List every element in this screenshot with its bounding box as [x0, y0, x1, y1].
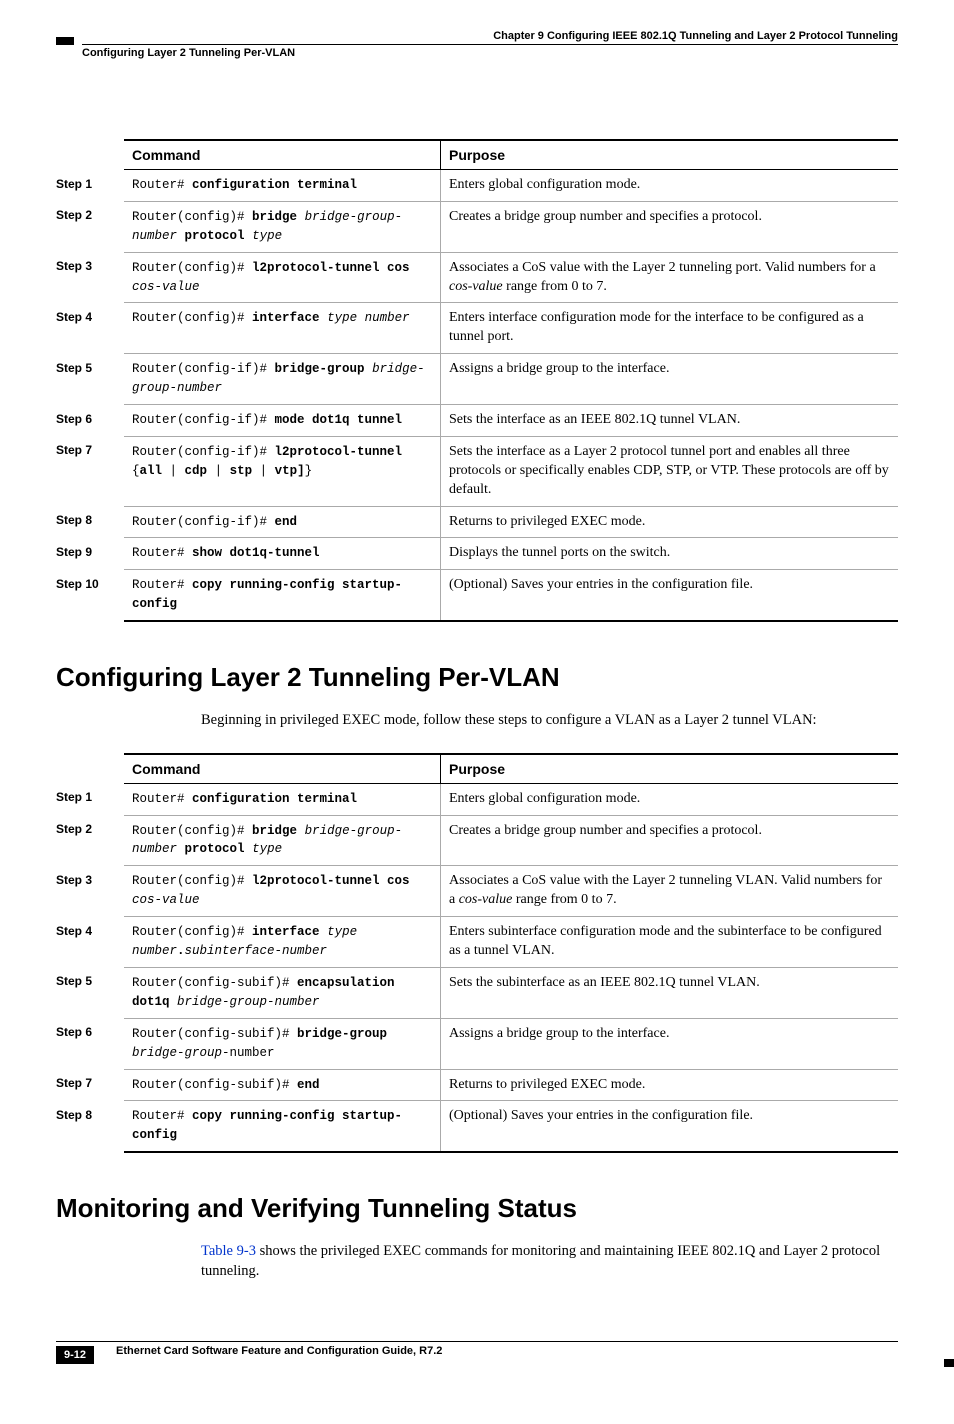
command-cell: Router(config-subif)# end: [124, 1069, 441, 1101]
table-row: Step 1Router# configuration terminalEnte…: [56, 170, 898, 202]
purpose-cell: Returns to privileged EXEC mode.: [441, 1069, 899, 1101]
page-header: Chapter 9 Configuring IEEE 802.1Q Tunnel…: [56, 30, 898, 59]
purpose-cell: Sets the subinterface as an IEEE 802.1Q …: [441, 967, 899, 1018]
command-cell: Router# copy running-config startup-conf…: [124, 570, 441, 621]
page-number-badge: 9-12: [56, 1346, 94, 1364]
command-cell: Router(config-if)# bridge-group bridge-g…: [124, 354, 441, 405]
col-header-command: Command: [124, 754, 441, 784]
command-cell: Router(config)# bridge bridge-group-numb…: [124, 201, 441, 252]
table-row: Step 6Router(config-subif)# bridge-group…: [56, 1018, 898, 1069]
step-label: Step 10: [56, 570, 124, 621]
table-row: Step 8Router(config-if)# endReturns to p…: [56, 506, 898, 538]
footer-doc-title: Ethernet Card Software Feature and Confi…: [116, 1345, 442, 1357]
intro-suffix: shows the privileged EXEC commands for m…: [201, 1243, 880, 1279]
table-row: Step 4Router(config)# interface type num…: [56, 303, 898, 354]
purpose-cell: Displays the tunnel ports on the switch.: [441, 538, 899, 570]
step-label: Step 4: [56, 917, 124, 968]
command-cell: Router(config)# bridge bridge-group-numb…: [124, 815, 441, 866]
breadcrumb: Configuring Layer 2 Tunneling Per-VLAN: [82, 47, 898, 59]
header-bar-icon: [56, 37, 74, 45]
command-cell: Router(config-if)# mode dot1q tunnel: [124, 405, 441, 437]
table-row: Step 5Router(config-if)# bridge-group br…: [56, 354, 898, 405]
table-row: Step 2Router(config)# bridge bridge-grou…: [56, 201, 898, 252]
command-cell: Router(config-subif)# encapsulation dot1…: [124, 967, 441, 1018]
purpose-cell: Assigns a bridge group to the interface.: [441, 354, 899, 405]
step-label: Step 1: [56, 783, 124, 815]
step-label: Step 8: [56, 1101, 124, 1152]
table-9-3-link[interactable]: Table 9-3: [201, 1243, 256, 1259]
page-footer: 9-12 Ethernet Card Software Feature and …: [56, 1341, 898, 1364]
command-cell: Router(config)# interface type number: [124, 303, 441, 354]
table-row: Step 3Router(config)# l2protocol-tunnel …: [56, 252, 898, 303]
purpose-cell: Enters interface configuration mode for …: [441, 303, 899, 354]
command-cell: Router# configuration terminal: [124, 783, 441, 815]
purpose-cell: Sets the interface as a Layer 2 protocol…: [441, 436, 899, 506]
command-cell: Router(config-if)# end: [124, 506, 441, 538]
section-intro-monitoring: Table 9-3 shows the privileged EXEC comm…: [201, 1242, 898, 1281]
table-row: Step 10Router# copy running-config start…: [56, 570, 898, 621]
step-label: Step 1: [56, 170, 124, 202]
col-header-purpose: Purpose: [441, 140, 899, 170]
step-label: Step 5: [56, 354, 124, 405]
command-cell: Router(config-subif)# bridge-group bridg…: [124, 1018, 441, 1069]
step-label: Step 2: [56, 201, 124, 252]
table-row: Step 3Router(config)# l2protocol-tunnel …: [56, 866, 898, 917]
command-table-1: Command Purpose Step 1Router# configurat…: [56, 139, 898, 622]
command-cell: Router# show dot1q-tunnel: [124, 538, 441, 570]
step-label: Step 6: [56, 1018, 124, 1069]
step-label: Step 9: [56, 538, 124, 570]
table-row: Step 4Router(config)# interface type num…: [56, 917, 898, 968]
table-row: Step 7Router(config-if)# l2protocol-tunn…: [56, 436, 898, 506]
purpose-cell: Creates a bridge group number and specif…: [441, 201, 899, 252]
chapter-title: Chapter 9 Configuring IEEE 802.1Q Tunnel…: [493, 30, 898, 42]
command-cell: Router(config-if)# l2protocol-tunnel {al…: [124, 436, 441, 506]
section-heading-monitoring: Monitoring and Verifying Tunneling Statu…: [56, 1193, 898, 1224]
command-cell: Router# copy running-config startup-conf…: [124, 1101, 441, 1152]
purpose-cell: Enters global configuration mode.: [441, 170, 899, 202]
purpose-cell: Returns to privileged EXEC mode.: [441, 506, 899, 538]
step-label: Step 7: [56, 1069, 124, 1101]
col-header-purpose: Purpose: [441, 754, 899, 784]
purpose-cell: (Optional) Saves your entries in the con…: [441, 570, 899, 621]
step-label: Step 4: [56, 303, 124, 354]
command-table-2: Command Purpose Step 1Router# configurat…: [56, 753, 898, 1153]
table-row: Step 5Router(config-subif)# encapsulatio…: [56, 967, 898, 1018]
purpose-cell: Creates a bridge group number and specif…: [441, 815, 899, 866]
purpose-cell: Assigns a bridge group to the interface.: [441, 1018, 899, 1069]
purpose-cell: (Optional) Saves your entries in the con…: [441, 1101, 899, 1152]
command-cell: Router(config)# l2protocol-tunnel cos co…: [124, 866, 441, 917]
table-row: Step 7Router(config-subif)# endReturns t…: [56, 1069, 898, 1101]
purpose-cell: Enters global configuration mode.: [441, 783, 899, 815]
command-cell: Router(config)# interface type number.su…: [124, 917, 441, 968]
step-label: Step 8: [56, 506, 124, 538]
purpose-cell: Associates a CoS value with the Layer 2 …: [441, 866, 899, 917]
command-cell: Router# configuration terminal: [124, 170, 441, 202]
purpose-cell: Sets the interface as an IEEE 802.1Q tun…: [441, 405, 899, 437]
step-label: Step 6: [56, 405, 124, 437]
step-label: Step 5: [56, 967, 124, 1018]
table-row: Step 8Router# copy running-config startu…: [56, 1101, 898, 1152]
col-header-command: Command: [124, 140, 441, 170]
table-row: Step 9Router# show dot1q-tunnelDisplays …: [56, 538, 898, 570]
purpose-cell: Associates a CoS value with the Layer 2 …: [441, 252, 899, 303]
table-row: Step 6Router(config-if)# mode dot1q tunn…: [56, 405, 898, 437]
step-label: Step 2: [56, 815, 124, 866]
step-label: Step 7: [56, 436, 124, 506]
step-label: Step 3: [56, 252, 124, 303]
command-cell: Router(config)# l2protocol-tunnel cos co…: [124, 252, 441, 303]
table-row: Step 1Router# configuration terminalEnte…: [56, 783, 898, 815]
step-label: Step 3: [56, 866, 124, 917]
table-row: Step 2Router(config)# bridge bridge-grou…: [56, 815, 898, 866]
purpose-cell: Enters subinterface configuration mode a…: [441, 917, 899, 968]
section-heading-per-vlan: Configuring Layer 2 Tunneling Per-VLAN: [56, 662, 898, 693]
section-intro-per-vlan: Beginning in privileged EXEC mode, follo…: [201, 711, 898, 731]
